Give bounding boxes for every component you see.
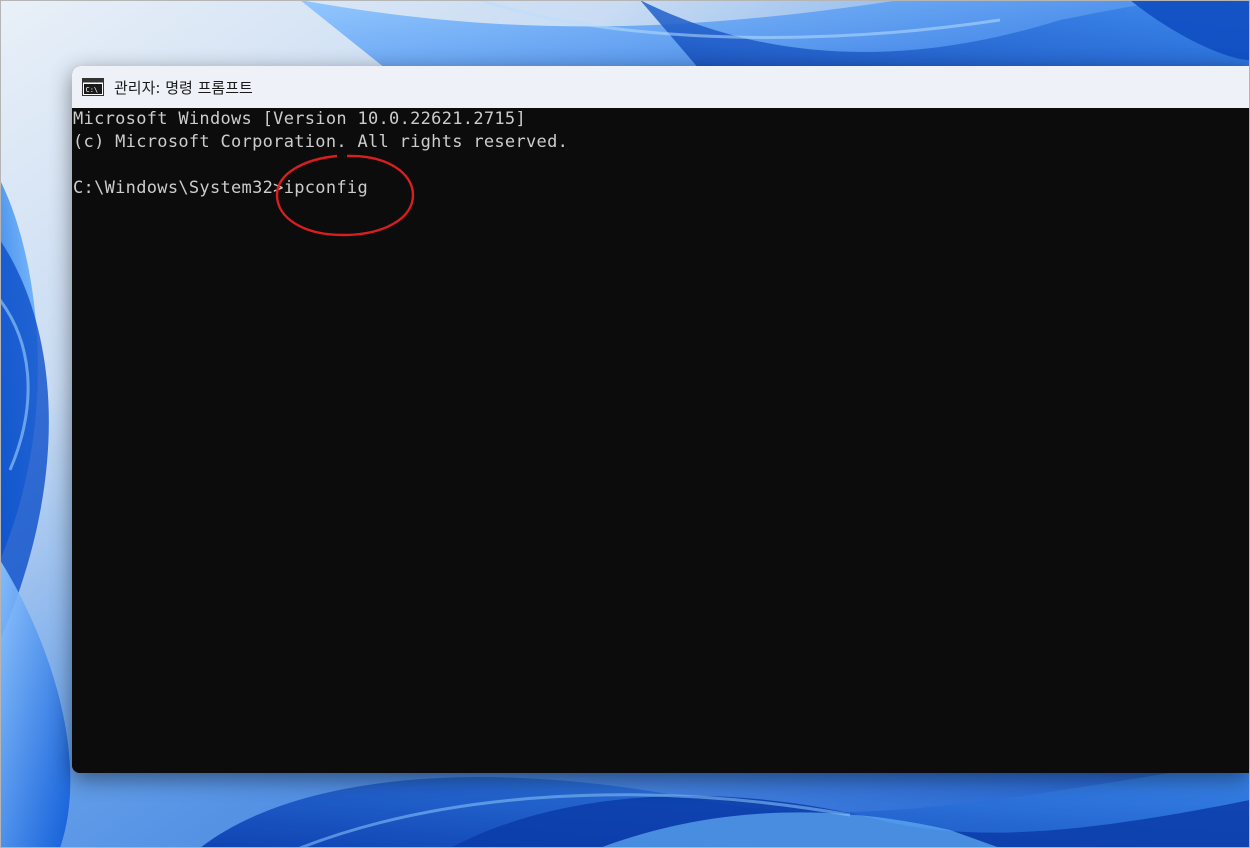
- console-line-copyright: (c) Microsoft Corporation. All rights re…: [73, 132, 569, 152]
- console-output[interactable]: Microsoft Windows [Version 10.0.22621.27…: [72, 108, 1250, 773]
- console-command-line[interactable]: C:\Windows\System32>ipconfig: [73, 177, 1250, 200]
- command-prompt-window[interactable]: C:\ 관리자: 명령 프롬프트 Microsoft Windows [Vers…: [72, 66, 1250, 773]
- svg-text:C:\: C:\: [86, 86, 99, 94]
- cmd-icon: C:\: [82, 78, 104, 96]
- console-line-version: Microsoft Windows [Version 10.0.22621.27…: [73, 109, 526, 129]
- console-command-input[interactable]: ipconfig: [284, 178, 368, 198]
- console-prompt: C:\Windows\System32>: [73, 178, 284, 198]
- window-titlebar[interactable]: C:\ 관리자: 명령 프롬프트: [72, 66, 1250, 108]
- window-title: 관리자: 명령 프롬프트: [114, 78, 253, 97]
